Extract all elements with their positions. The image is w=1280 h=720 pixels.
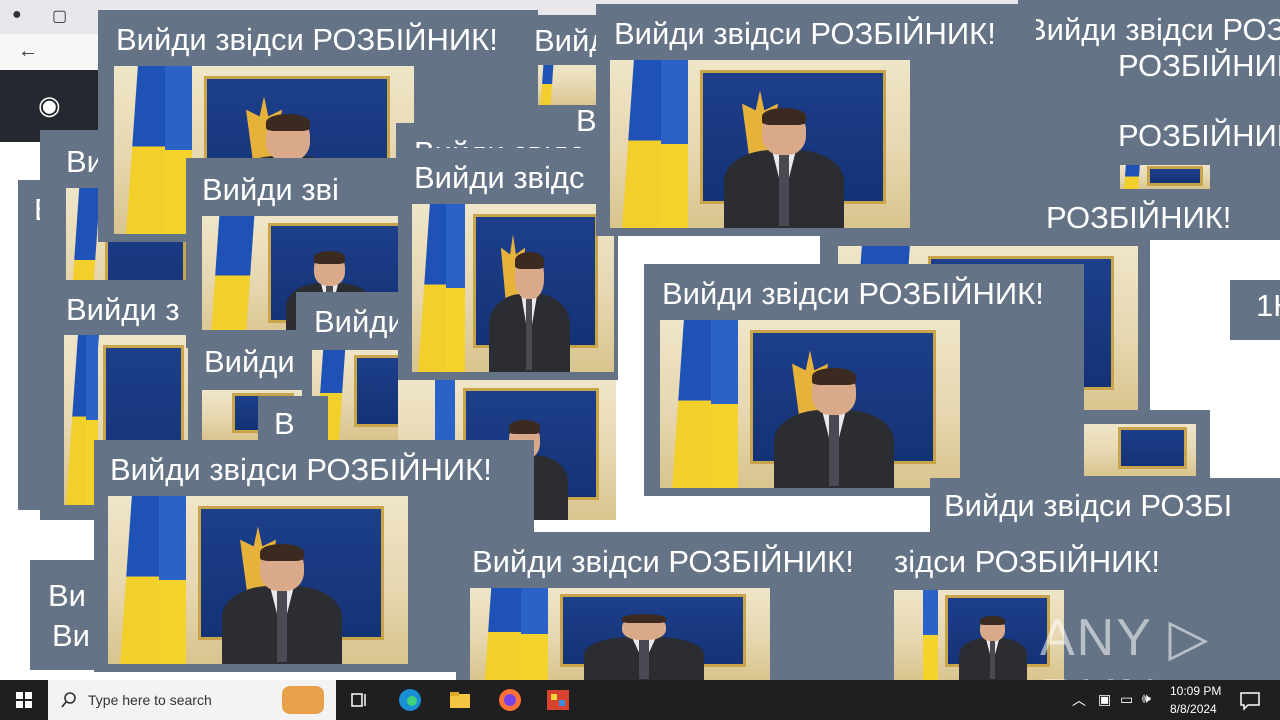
popup-caption: РОЗБІЙНИК! (1118, 118, 1280, 153)
popup-photo (538, 65, 598, 105)
popup-photo (660, 320, 960, 488)
popup-window[interactable]: Вийди звідси РОЗБІЙНИК! РОЗБІЙНИК! РОЗБІ… (1018, 0, 1280, 240)
popup-caption: РОЗБІЙНИК! (1118, 48, 1280, 83)
popup-caption: Ви (52, 618, 90, 653)
tab-actions-icon[interactable]: ▢ (52, 6, 67, 26)
network-icon[interactable]: ▣ (1098, 691, 1111, 708)
popup-caption: Вийди звідси РОЗБІЙНИК! (1026, 12, 1280, 47)
popup-photo (610, 60, 910, 228)
notification-icon[interactable] (1236, 686, 1264, 714)
chevron-up-icon[interactable]: ︿ (1072, 690, 1086, 710)
popup-window[interactable]: Вийди звідс (398, 148, 618, 380)
popup-caption: РОЗБІЙНИК! (1046, 200, 1232, 235)
popup-caption: В (274, 406, 295, 441)
popup-photo (1120, 165, 1210, 189)
edge-icon[interactable] (396, 686, 424, 714)
profile-icon[interactable]: ● (12, 6, 22, 24)
popup-caption: Вийди звідси РОЗБІ (944, 488, 1233, 523)
search-highlight-icon (282, 686, 324, 714)
start-button[interactable] (0, 680, 48, 720)
popup-photo (108, 496, 408, 664)
firefox-icon[interactable] (496, 686, 524, 714)
display-icon[interactable]: ▭ (1120, 691, 1133, 708)
popup-window[interactable]: Вийди звідси РОЗБІЙНИК! (456, 532, 896, 680)
popup-photo (1084, 424, 1196, 476)
popup-caption: Вийди зві (202, 172, 339, 207)
popup-caption: Вийди (204, 344, 295, 379)
popup-caption: зідси РОЗБІЙНИК! (894, 544, 1161, 579)
clock-time[interactable]: 10:09 PM (1170, 684, 1221, 698)
search-icon (61, 692, 76, 708)
taskbar: Type here to search ︿ ▣ ▭ 🕪 10:09 PM 8/8… (0, 680, 1280, 720)
clock-date[interactable]: 8/8/2024 (1170, 702, 1217, 716)
popup-window[interactable]: 1Н (1230, 280, 1280, 340)
popup-caption: Вийди звідси РОЗБІЙНИК! (116, 22, 498, 57)
popup-caption: Вийди з (66, 292, 180, 327)
popup-window[interactable]: Вийди звідси РОЗБІЙНИК! (644, 264, 1084, 496)
popup-photo (894, 590, 1064, 680)
app-icon[interactable] (544, 686, 572, 714)
taskbar-search-box[interactable]: Type here to search (48, 680, 336, 720)
popup-caption: В (576, 103, 597, 138)
file-explorer-icon[interactable] (446, 686, 474, 714)
popup-window[interactable]: Вийди звідси РОЗБІЙНИК! (596, 4, 1036, 236)
task-view-icon[interactable] (346, 686, 374, 714)
back-icon[interactable]: ← (18, 40, 38, 63)
github-icon[interactable]: ◉ (38, 90, 61, 121)
popup-caption: Вийди (314, 304, 405, 339)
search-placeholder: Type here to search (88, 692, 212, 708)
popup-caption: Вийди звідси РОЗБІЙНИК! (472, 544, 854, 579)
popup-caption: 1Н (1256, 288, 1280, 323)
popup-window[interactable]: В (258, 396, 328, 446)
volume-icon[interactable]: 🕪 (1142, 690, 1151, 707)
windows-start-icon (16, 692, 32, 708)
popup-photo (412, 204, 614, 372)
popup-caption: Вийди звідси РОЗБІЙНИК! (662, 276, 1044, 311)
popup-caption: Вийди звідси РОЗБІЙНИК! (614, 16, 996, 51)
popup-caption: Ви (48, 578, 86, 613)
popup-caption: Вийди звідси РОЗБІЙНИК! (110, 452, 492, 487)
popup-caption: Вийди звідс (414, 160, 585, 195)
popup-photo (470, 588, 770, 680)
